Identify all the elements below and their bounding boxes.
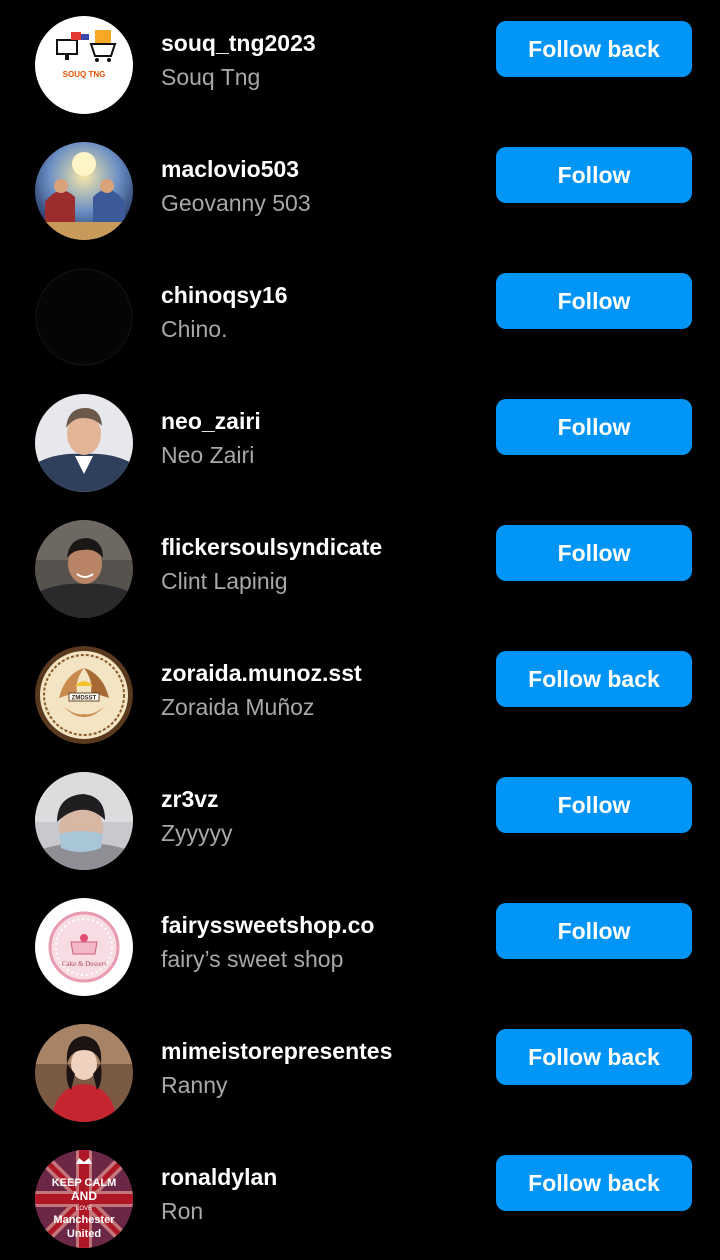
- username[interactable]: neo_zairi: [161, 406, 261, 436]
- avatar[interactable]: [35, 520, 133, 618]
- svg-text:AND: AND: [71, 1189, 97, 1203]
- user-names: chinoqsy16 Chino.: [161, 280, 288, 345]
- follow-button[interactable]: Follow: [496, 525, 692, 581]
- follow-button[interactable]: Follow: [496, 777, 692, 833]
- souq-tng-logo-icon: SOUQ TNG: [35, 16, 133, 114]
- list-item[interactable]: maclovio503 Geovanny 503 Follow: [0, 126, 720, 252]
- full-name: fairy’s sweet shop: [161, 946, 344, 972]
- sweet-shop-logo-icon: Cake & Dessert: [35, 898, 133, 996]
- follow-button[interactable]: Follow: [496, 273, 692, 329]
- full-name: Geovanny 503: [161, 190, 311, 216]
- list-item[interactable]: Cake & Dessert fairyssweetshop.co fairy’…: [0, 882, 720, 1008]
- person-photo-icon: [35, 1024, 133, 1122]
- full-name: Ranny: [161, 1072, 228, 1098]
- keep-calm-poster-icon: KEEP CALM AND LOVE Manchester United: [35, 1150, 133, 1248]
- user-names: zr3vz Zyyyyy: [161, 784, 233, 849]
- person-photo-icon: [35, 394, 133, 492]
- list-item[interactable]: chinoqsy16 Chino. Follow: [0, 252, 720, 378]
- svg-text:SOUQ TNG: SOUQ TNG: [63, 70, 106, 79]
- username[interactable]: fairyssweetshop.co: [161, 910, 374, 940]
- full-name: Souq Tng: [161, 64, 261, 90]
- follow-button[interactable]: Follow: [496, 147, 692, 203]
- svg-text:United: United: [67, 1228, 101, 1240]
- follow-button[interactable]: Follow: [496, 399, 692, 455]
- user-names: flickersoulsyndicate Clint Lapinig: [161, 532, 382, 597]
- full-name: Chino.: [161, 316, 228, 342]
- svg-text:ZMDSST: ZMDSST: [72, 696, 97, 702]
- username[interactable]: mimeistorepresentes: [161, 1036, 392, 1066]
- follow-button[interactable]: Follow: [496, 903, 692, 959]
- follow-back-button[interactable]: Follow back: [496, 1029, 692, 1085]
- avatar[interactable]: Cake & Dessert: [35, 898, 133, 996]
- followers-list: SOUQ TNG souq_tng2023 Souq Tng Follow ba…: [0, 0, 720, 1259]
- username[interactable]: ronaldylan: [161, 1162, 277, 1192]
- avatar[interactable]: [35, 772, 133, 870]
- full-name: Ron: [161, 1198, 204, 1224]
- user-names: maclovio503 Geovanny 503: [161, 154, 311, 219]
- religious-painting-icon: [35, 142, 133, 240]
- username[interactable]: zr3vz: [161, 784, 233, 814]
- avatar[interactable]: [35, 142, 133, 240]
- svg-text:Manchester: Manchester: [53, 1214, 115, 1226]
- full-name: Zyyyyy: [161, 820, 233, 846]
- full-name: Clint Lapinig: [161, 568, 288, 594]
- follow-back-button[interactable]: Follow back: [496, 1155, 692, 1211]
- user-names: neo_zairi Neo Zairi: [161, 406, 261, 471]
- avatar[interactable]: SOUQ TNG: [35, 16, 133, 114]
- svg-text:KEEP CALM: KEEP CALM: [52, 1177, 117, 1189]
- username[interactable]: flickersoulsyndicate: [161, 532, 382, 562]
- zmdsst-logo-icon: ZMDSST: [35, 646, 133, 744]
- user-names: mimeistorepresentes Ranny: [161, 1036, 392, 1101]
- user-names: zoraida.munoz.sst Zoraida Muñoz: [161, 658, 362, 723]
- black-avatar-icon: [35, 268, 133, 366]
- follow-back-button[interactable]: Follow back: [496, 21, 692, 77]
- full-name: Zoraida Muñoz: [161, 694, 315, 720]
- person-photo-icon: [35, 520, 133, 618]
- username[interactable]: souq_tng2023: [161, 28, 316, 58]
- svg-text:LOVE: LOVE: [76, 1206, 92, 1212]
- list-item[interactable]: flickersoulsyndicate Clint Lapinig Follo…: [0, 504, 720, 630]
- follow-back-button[interactable]: Follow back: [496, 651, 692, 707]
- list-item[interactable]: neo_zairi Neo Zairi Follow: [0, 378, 720, 504]
- list-item[interactable]: zr3vz Zyyyyy Follow: [0, 756, 720, 882]
- list-item[interactable]: ZMDSST zoraida.munoz.sst Zoraida Muñoz F…: [0, 630, 720, 756]
- username[interactable]: zoraida.munoz.sst: [161, 658, 362, 688]
- username[interactable]: chinoqsy16: [161, 280, 288, 310]
- avatar[interactable]: [35, 268, 133, 366]
- avatar[interactable]: [35, 394, 133, 492]
- user-names: ronaldylan Ron: [161, 1162, 277, 1227]
- svg-text:Cake & Dessert: Cake & Dessert: [62, 960, 106, 968]
- avatar[interactable]: ZMDSST: [35, 646, 133, 744]
- user-names: souq_tng2023 Souq Tng: [161, 28, 316, 93]
- full-name: Neo Zairi: [161, 442, 255, 468]
- avatar[interactable]: [35, 1024, 133, 1122]
- list-item[interactable]: SOUQ TNG souq_tng2023 Souq Tng Follow ba…: [0, 0, 720, 126]
- avatar[interactable]: KEEP CALM AND LOVE Manchester United: [35, 1150, 133, 1248]
- list-item[interactable]: KEEP CALM AND LOVE Manchester United ron…: [0, 1134, 720, 1260]
- username[interactable]: maclovio503: [161, 154, 311, 184]
- user-names: fairyssweetshop.co fairy’s sweet shop: [161, 910, 374, 975]
- list-item[interactable]: mimeistorepresentes Ranny Follow back: [0, 1008, 720, 1134]
- person-photo-icon: [35, 772, 133, 870]
